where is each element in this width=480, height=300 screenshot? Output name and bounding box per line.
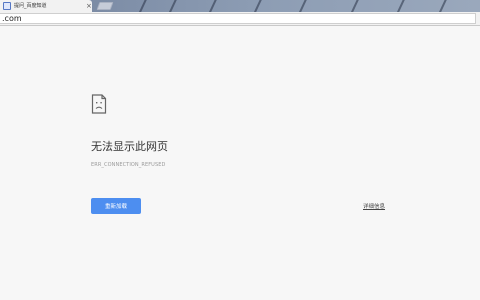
address-url: .com <box>2 14 22 23</box>
sad-page-icon <box>91 94 107 114</box>
toolbar: .com <box>0 12 480 26</box>
close-icon[interactable]: × <box>86 0 92 12</box>
reload-button[interactable]: 重新加载 <box>91 198 141 214</box>
new-tab-button[interactable] <box>96 2 114 10</box>
browser-window: 提问_百度知道 × .com 无法显示此网页 ERR_CONNECTION_RE… <box>0 0 480 300</box>
baidu-favicon-icon <box>3 2 11 10</box>
tab-strip: 提问_百度知道 × <box>0 0 480 12</box>
address-bar[interactable]: .com <box>0 13 476 24</box>
details-link[interactable]: 详细信息 <box>363 202 385 210</box>
error-heading: 无法显示此网页 <box>91 140 168 153</box>
tab-title: 提问_百度知道 <box>14 3 47 9</box>
error-code: ERR_CONNECTION_REFUSED <box>91 162 166 168</box>
tab-active[interactable]: 提问_百度知道 × <box>0 0 92 12</box>
